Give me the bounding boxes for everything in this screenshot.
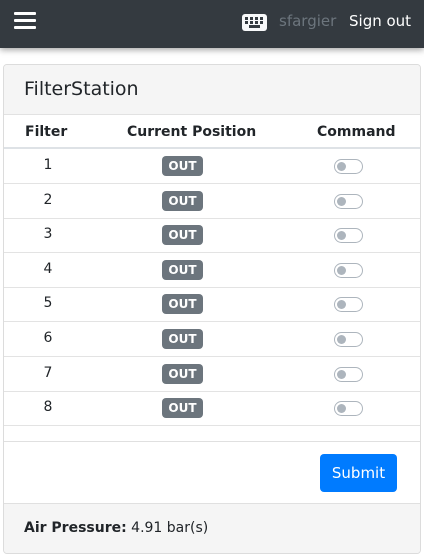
submit-button[interactable]: Submit [320,454,397,492]
air-pressure-readout: Air Pressure: 4.91 bar(s) [24,520,208,536]
table-row: 8 OUT [4,391,420,427]
command-toggle-switch[interactable] [334,366,363,382]
table-row: 6 OUT [4,322,420,357]
position-badge: OUT [162,363,203,384]
column-header-filter: Filter [25,124,68,140]
position-badge: OUT [162,156,203,176]
air-pressure-value: 4.91 bar(s) [131,520,209,536]
filter-number: 3 [43,226,53,243]
command-toggle-switch[interactable] [334,193,363,209]
submit-area: Submit [4,441,420,505]
hamburger-menu-icon[interactable] [14,11,36,31]
top-navbar: sfargier Sign out [0,0,424,48]
table-row: 1 OUT [4,149,420,184]
username-link[interactable]: sfargier [279,12,336,30]
command-toggle-switch[interactable] [334,297,363,313]
column-header-command: Command [317,124,396,140]
position-badge: OUT [162,259,203,280]
position-badge: OUT [162,329,203,349]
table-row: 5 OUT [4,287,420,323]
table-row: 2 OUT [4,184,420,219]
command-toggle-switch[interactable] [334,262,363,278]
position-badge: OUT [162,225,203,246]
filter-number: 2 [43,191,53,208]
filter-number: 5 [43,295,53,312]
filter-number: 8 [43,399,53,416]
filter-station-card: FilterStation Filter Current Position Co… [3,64,421,554]
column-header-current-position: Current Position [127,124,257,140]
command-toggle-switch[interactable] [334,332,363,347]
table-row: 4 OUT [4,253,420,288]
command-toggle-switch[interactable] [334,159,363,174]
filter-number: 6 [43,330,53,346]
command-toggle-switch[interactable] [334,401,363,417]
position-badge: OUT [162,398,203,419]
table-row: 3 OUT [4,218,420,254]
card-title: FilterStation [24,78,139,100]
card-footer: Air Pressure: 4.91 bar(s) [4,503,420,553]
filter-number: 4 [43,260,53,277]
table-row: 7 OUT [4,357,420,392]
position-badge: OUT [162,294,203,315]
air-pressure-label: Air Pressure: [24,520,127,536]
command-toggle-switch[interactable] [334,228,363,244]
filter-number: 7 [43,364,53,381]
filter-number: 1 [43,157,53,173]
sign-out-link[interactable]: Sign out [349,12,411,30]
card-header: FilterStation [4,65,420,115]
position-badge: OUT [162,190,203,211]
keyboard-icon[interactable] [242,14,267,31]
